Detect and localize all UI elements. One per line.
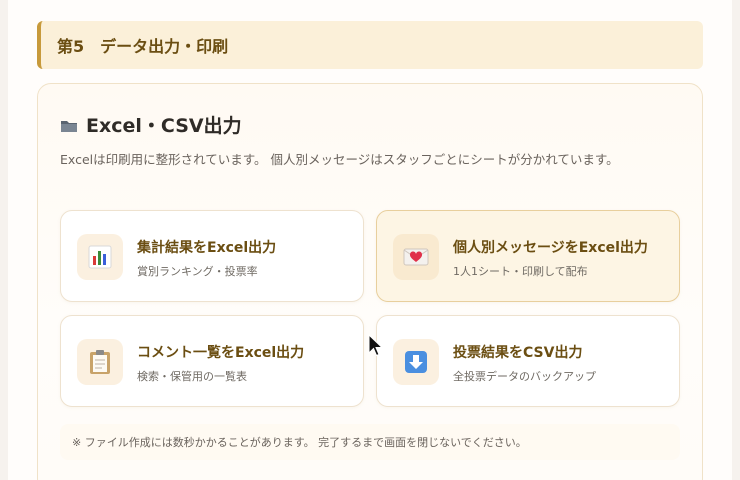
button-subtitle: 賞別ランキング・投票率 [137, 265, 258, 278]
export-votes-csv-button[interactable]: 投票結果をCSV出力 全投票データのバックアップ [376, 315, 680, 407]
card-description: Excelは印刷用に整形されています。 個人別メッセージはスタッフごとにシートが… [60, 152, 619, 167]
export-card: Excel・CSV出力 Excelは印刷用に整形されています。 個人別メッセージ… [37, 83, 703, 480]
card-title-row: Excel・CSV出力 [60, 111, 242, 138]
clipboard-icon [77, 339, 123, 385]
button-subtitle: 検索・保管用の一覧表 [137, 370, 247, 383]
processing-note: ※ ファイル作成には数秒かかることがあります。 完了するまで画面を閉じないでくだ… [60, 424, 680, 460]
download-arrow-icon [393, 339, 439, 385]
button-title: 集計結果をExcel出力 [137, 240, 277, 256]
button-subtitle: 1人1シート・印刷して配布 [453, 265, 588, 278]
envelope-heart-icon [393, 234, 439, 280]
button-title: 投票結果をCSV出力 [453, 345, 583, 361]
folder-icon [60, 117, 78, 133]
card-title: Excel・CSV出力 [86, 115, 242, 137]
mouse-cursor-icon [368, 334, 384, 357]
bar-chart-icon [77, 234, 123, 280]
export-comments-excel-button[interactable]: コメント一覧をExcel出力 検索・保管用の一覧表 [60, 315, 364, 407]
section-title: 第5 データ出力・印刷 [57, 37, 229, 56]
button-title: コメント一覧をExcel出力 [137, 345, 305, 361]
section-header: 第5 データ出力・印刷 [37, 21, 703, 69]
export-summary-excel-button[interactable]: 集計結果をExcel出力 賞別ランキング・投票率 [60, 210, 364, 302]
button-subtitle: 全投票データのバックアップ [453, 370, 596, 383]
export-personal-messages-excel-button[interactable]: 個人別メッセージをExcel出力 1人1シート・印刷して配布 [376, 210, 680, 302]
button-title: 個人別メッセージをExcel出力 [453, 240, 648, 256]
